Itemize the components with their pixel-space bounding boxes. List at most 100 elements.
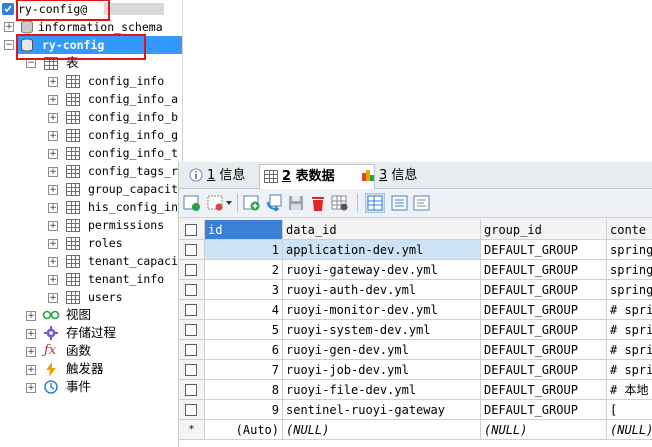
- table-row[interactable]: 6 ruoyi-gen-dev.yml DEFAULT_GROUP # spri: [179, 340, 652, 360]
- cell-id[interactable]: (Auto): [205, 420, 283, 440]
- expand-icon[interactable]: +: [48, 167, 58, 177]
- row-selector[interactable]: [179, 320, 205, 340]
- tree-folder-procedures[interactable]: + 存储过程: [0, 324, 182, 342]
- row-selector[interactable]: [179, 380, 205, 400]
- delete-icon[interactable]: [309, 194, 327, 212]
- cell-id[interactable]: 5: [205, 320, 283, 340]
- text-view-icon[interactable]: [413, 194, 431, 212]
- cell-content[interactable]: (NULL): [607, 420, 652, 440]
- expand-icon[interactable]: +: [48, 257, 58, 267]
- cell-data-id[interactable]: ruoyi-gateway-dev.yml: [283, 260, 481, 280]
- column-header-group-id[interactable]: group_id: [481, 220, 607, 240]
- row-checkbox[interactable]: [185, 344, 197, 356]
- cell-id[interactable]: 8: [205, 380, 283, 400]
- cell-data-id[interactable]: ruoyi-system-dev.yml: [283, 320, 481, 340]
- duplicate-row-icon[interactable]: [265, 194, 283, 212]
- table-row[interactable]: 4 ruoyi-monitor-dev.yml DEFAULT_GROUP # …: [179, 300, 652, 320]
- collapse-icon[interactable]: −: [4, 40, 14, 50]
- cell-data-id[interactable]: application-dev.yml: [283, 240, 481, 260]
- row-selector[interactable]: [179, 240, 205, 260]
- expand-icon[interactable]: +: [48, 113, 58, 123]
- cell-id[interactable]: 9: [205, 400, 283, 420]
- tree-table-item[interactable]: + group_capaciti: [0, 180, 185, 198]
- row-selector[interactable]: [179, 400, 205, 420]
- cell-group-id[interactable]: (NULL): [481, 420, 607, 440]
- expand-icon[interactable]: +: [26, 383, 36, 393]
- tree-table-item[interactable]: + tenant_info: [0, 270, 182, 288]
- tree-table-item[interactable]: + config_info_b: [0, 108, 182, 126]
- row-selector[interactable]: [179, 300, 205, 320]
- tab-info-3[interactable]: 3 信息: [357, 164, 417, 187]
- cell-group-id[interactable]: DEFAULT_GROUP: [481, 320, 607, 340]
- cell-group-id[interactable]: DEFAULT_GROUP: [481, 360, 607, 380]
- expand-icon[interactable]: +: [48, 203, 58, 213]
- data-grid[interactable]: id data_id group_id conte 1 application-…: [179, 220, 652, 447]
- tree-table-item[interactable]: + config_info_a: [0, 90, 182, 108]
- tree-folder-events[interactable]: + 事件: [0, 378, 182, 396]
- cell-id[interactable]: 2: [205, 260, 283, 280]
- tree-table-item[interactable]: + permissions: [0, 216, 182, 234]
- cell-content[interactable]: [: [607, 400, 652, 420]
- tree-table-item[interactable]: + tenant_capaci: [0, 252, 182, 270]
- column-header-content[interactable]: conte: [607, 220, 652, 240]
- tree-table-item[interactable]: + config_info: [0, 72, 182, 90]
- column-header-data-id[interactable]: data_id: [283, 220, 481, 240]
- row-checkbox[interactable]: [185, 324, 197, 336]
- cell-content[interactable]: # spri: [607, 320, 652, 340]
- select-all-checkbox[interactable]: [185, 224, 197, 236]
- table-row[interactable]: 8 ruoyi-file-dev.yml DEFAULT_GROUP # 本地: [179, 380, 652, 400]
- cell-id[interactable]: 1: [205, 240, 283, 260]
- cell-group-id[interactable]: DEFAULT_GROUP: [481, 400, 607, 420]
- column-header-id[interactable]: id: [205, 220, 283, 240]
- grid-options-icon[interactable]: [331, 194, 349, 212]
- expand-icon[interactable]: +: [48, 221, 58, 231]
- save-icon[interactable]: [287, 194, 305, 212]
- tree-folder-triggers[interactable]: + 触发器: [0, 360, 182, 378]
- cell-content[interactable]: spring: [607, 260, 652, 280]
- table-row[interactable]: 9 sentinel-ruoyi-gateway DEFAULT_GROUP [: [179, 400, 652, 420]
- cell-data-id[interactable]: ruoyi-job-dev.yml: [283, 360, 481, 380]
- row-checkbox[interactable]: [185, 384, 197, 396]
- tree-table-item[interactable]: + config_info_t: [0, 144, 182, 162]
- cell-group-id[interactable]: DEFAULT_GROUP: [481, 340, 607, 360]
- row-checkbox[interactable]: [185, 284, 197, 296]
- table-row[interactable]: 3 ruoyi-auth-dev.yml DEFAULT_GROUP sprin…: [179, 280, 652, 300]
- row-selector[interactable]: [179, 280, 205, 300]
- tree-table-item[interactable]: + his_config_in: [0, 198, 182, 216]
- row-selector[interactable]: [179, 340, 205, 360]
- row-checkbox[interactable]: [185, 404, 197, 416]
- row-checkbox[interactable]: [185, 364, 197, 376]
- cell-content[interactable]: # spri: [607, 360, 652, 380]
- expand-icon[interactable]: +: [26, 365, 36, 375]
- tab-info-1[interactable]: 1 信息: [185, 164, 245, 187]
- cell-group-id[interactable]: DEFAULT_GROUP: [481, 260, 607, 280]
- tree-folder-functions[interactable]: + ƒx 函数: [0, 342, 182, 360]
- expand-icon[interactable]: +: [26, 329, 36, 339]
- expand-icon[interactable]: +: [26, 311, 36, 321]
- table-row[interactable]: 1 application-dev.yml DEFAULT_GROUP spri…: [179, 240, 652, 260]
- expand-icon[interactable]: +: [48, 185, 58, 195]
- expand-icon[interactable]: +: [48, 149, 58, 159]
- cell-group-id[interactable]: DEFAULT_GROUP: [481, 240, 607, 260]
- cell-data-id[interactable]: ruoyi-auth-dev.yml: [283, 280, 481, 300]
- cell-data-id[interactable]: ruoyi-file-dev.yml: [283, 380, 481, 400]
- expand-icon[interactable]: +: [4, 22, 14, 32]
- tree-table-item[interactable]: + users: [0, 288, 182, 306]
- cell-content[interactable]: spring: [607, 240, 652, 260]
- tree-table-item[interactable]: + config_tags_r: [0, 162, 182, 180]
- grid-view-icon[interactable]: [365, 193, 385, 213]
- row-selector[interactable]: [179, 360, 205, 380]
- expand-icon[interactable]: +: [48, 239, 58, 249]
- tree-table-item[interactable]: + config_info_g: [0, 126, 182, 144]
- cell-data-id[interactable]: (NULL): [283, 420, 481, 440]
- tree-folder-views[interactable]: + 视图: [0, 306, 182, 324]
- refresh-grid-icon[interactable]: [183, 194, 201, 212]
- table-row[interactable]: 2 ruoyi-gateway-dev.yml DEFAULT_GROUP sp…: [179, 260, 652, 280]
- select-all-cell[interactable]: [179, 220, 205, 240]
- cell-data-id[interactable]: sentinel-ruoyi-gateway: [283, 400, 481, 420]
- expand-icon[interactable]: +: [48, 77, 58, 87]
- filter-dropdown-icon[interactable]: [207, 194, 233, 212]
- row-selector[interactable]: [179, 260, 205, 280]
- form-view-icon[interactable]: [391, 194, 409, 212]
- cell-content[interactable]: # spri: [607, 340, 652, 360]
